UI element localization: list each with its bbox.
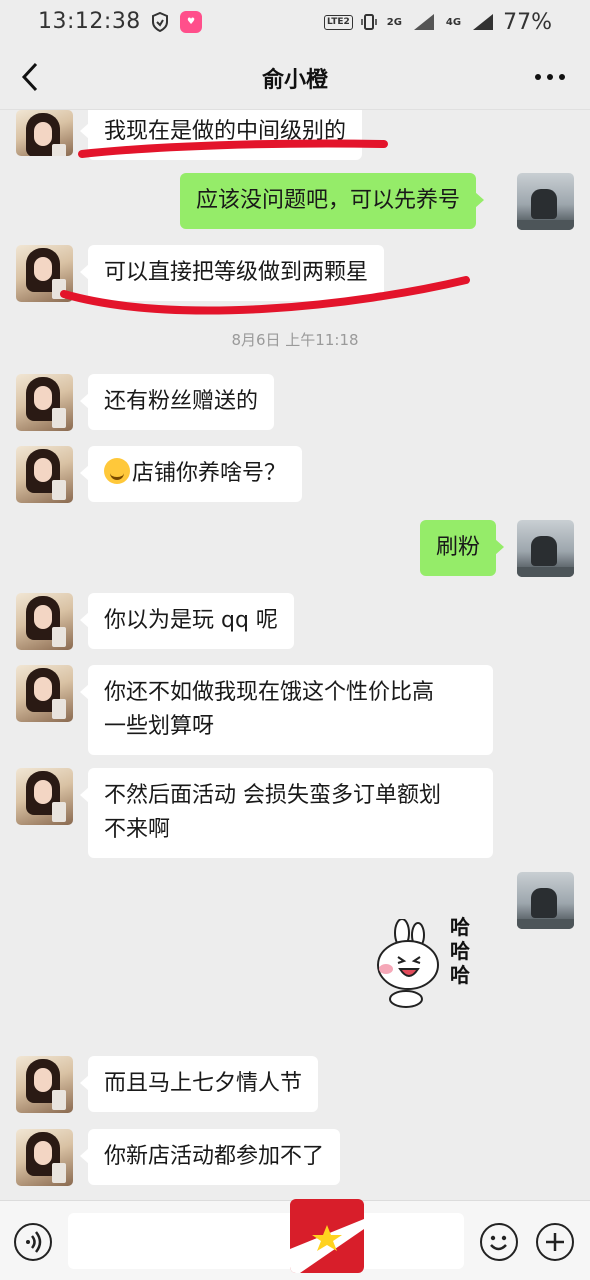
message-bubble-left[interactable]: 店铺你养啥号？ [79,446,303,502]
network-4g-label: 4G [445,16,462,28]
my-avatar[interactable] [517,520,574,577]
my-avatar[interactable] [517,872,574,929]
message-input[interactable] [68,1213,464,1269]
sticker-char: 哈 [450,939,470,963]
contact-avatar[interactable] [16,1056,73,1113]
status-time: 13:12:38 [38,9,141,34]
message-bubble-left[interactable]: 而且马上七夕情人节 [79,1056,319,1112]
network-2g-label: 2G [386,16,402,28]
volte-badge: LTE2 [323,14,353,30]
message-text-line: 你还不如做我现在饿这个性价比高 [104,680,435,705]
message-bubble-left[interactable]: 你以为是玩 qq 呢 [80,593,294,649]
voice-icon[interactable] [14,1223,52,1261]
contact-avatar[interactable] [16,446,73,503]
vibrate-icon [361,14,377,30]
plus-icon[interactable] [536,1223,574,1261]
message-bubble-right[interactable]: 应该没问题吧，可以先养号 [180,173,485,229]
message-text: 可以直接把等级做到两颗星 [104,260,369,285]
message-bubble-left[interactable]: 还有粉丝赠送的 [79,374,275,430]
contact-avatar[interactable] [16,768,73,825]
message-list[interactable]: 我现在是做的中间级别的 应该没问题吧，可以先养号 可以直接把等级做到两颗星 8月… [0,110,590,1200]
message-bubble-left[interactable]: 可以直接把等级做到两颗星 [79,245,385,301]
laughing-tears-emoji-icon [104,458,130,484]
more-dots-icon[interactable] [532,60,568,94]
message-text: 你以为是玩 qq 呢 [104,608,278,633]
message-text: 应该没问题吧，可以先养号 [196,188,461,213]
message-text-line: 不然后面活动 会损失蛮多订单额划 [104,783,441,808]
sticker-text: 哈 哈 哈 [448,915,472,987]
watermark-logo [290,1199,364,1273]
message-bubble-left[interactable]: 你新店活动都参加不了 [79,1129,341,1185]
contact-avatar[interactable] [16,1129,73,1186]
emoji-icon[interactable] [480,1223,518,1261]
sticker-char: 哈 [450,915,470,939]
my-avatar[interactable] [517,173,574,230]
message-text: 而且马上七夕情人节 [104,1071,303,1096]
contact-avatar[interactable] [16,593,73,650]
contact-avatar[interactable] [16,245,73,302]
status-bar: 13:12:38 ♥ LTE2 2G 4G 77% [0,0,590,44]
message-bubble-left[interactable]: 不然后面活动 会损失蛮多订单额划 不来啊 [80,768,493,858]
contact-avatar[interactable] [16,374,73,431]
app-notification-icon: ♥ [180,11,202,33]
status-indicators: LTE2 2G 4G 77% [323,8,552,36]
sticker-char: 哈 [450,963,470,987]
message-text-line: 一些划算呀 [104,714,215,739]
chat-header: 俞小橙 [0,44,590,110]
contact-avatar[interactable] [16,110,73,156]
message-input-bar [0,1199,590,1280]
message-text: 你新店活动都参加不了 [104,1144,325,1169]
message-timestamp: 8月6日 上午11:18 [231,331,359,349]
message-text: 我现在是做的中间级别的 [104,119,347,144]
message-text-line: 不来啊 [104,817,171,842]
laughing-rabbit-sticker[interactable]: 哈 哈 哈 [372,915,482,1010]
message-text: 刷粉 [436,535,481,560]
battery-level: 77% [503,9,552,35]
chat-title: 俞小橙 [261,68,328,93]
signal-icon [473,14,494,30]
message-bubble-left[interactable]: 我现在是做的中间级别的 [79,110,363,160]
shield-icon [152,12,168,32]
message-text: 店铺你养啥号？ [132,461,287,486]
contact-avatar[interactable] [16,665,73,722]
message-bubble-right[interactable]: 刷粉 [420,520,505,576]
rabbit-icon [377,919,439,1008]
message-text: 还有粉丝赠送的 [104,389,259,414]
signal-icon [413,14,434,30]
message-bubble-left[interactable]: 你还不如做我现在饿这个性价比高 一些划算呀 [80,665,493,755]
